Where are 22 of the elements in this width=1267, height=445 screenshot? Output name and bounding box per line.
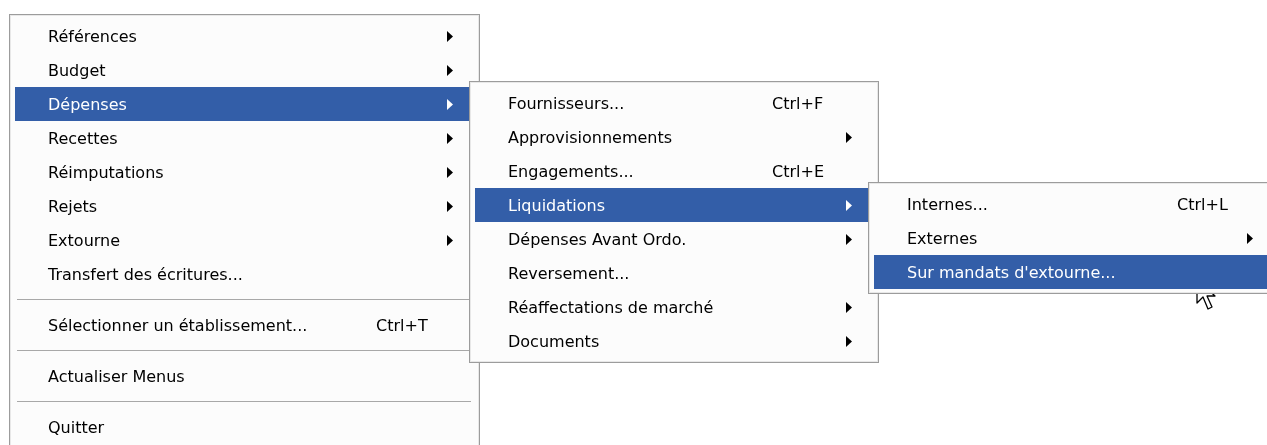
menu-item[interactable]: Dépenses Avant Ordo. (475, 222, 868, 256)
menu-item[interactable]: Actualiser Menus (15, 359, 469, 393)
menu-item[interactable]: Extourne (15, 223, 469, 257)
menu-item[interactable]: Reversement... (475, 256, 868, 290)
menu-item[interactable]: Approvisionnements (475, 120, 868, 154)
menu-item[interactable]: Engagements... Ctrl+E (475, 154, 868, 188)
menu-item[interactable]: Réaffectations de marché (475, 290, 868, 324)
menu-item[interactable]: Fournisseurs... Ctrl+F (475, 86, 868, 120)
menu-item[interactable]: Sur mandats d'extourne... (874, 255, 1267, 289)
menu-item[interactable]: Références (15, 19, 469, 53)
menu-item[interactable]: Recettes (15, 121, 469, 155)
menu-item[interactable]: Dépenses (15, 87, 469, 121)
menu-item[interactable]: Transfert des écritures... (15, 257, 469, 291)
menu-item[interactable]: Réimputations (15, 155, 469, 189)
menu-item[interactable]: Budget (15, 53, 469, 87)
menu-item[interactable]: Internes... Ctrl+L (874, 187, 1267, 221)
menu-item[interactable]: Documents (475, 324, 868, 358)
menu-item[interactable]: Sélectionner un établissement... Ctrl+T (15, 308, 469, 342)
menu-item[interactable]: Liquidations (475, 188, 868, 222)
menu-item[interactable]: Quitter (15, 410, 469, 444)
menu-item[interactable]: Rejets (15, 189, 469, 223)
menu-item[interactable]: Externes (874, 221, 1267, 255)
